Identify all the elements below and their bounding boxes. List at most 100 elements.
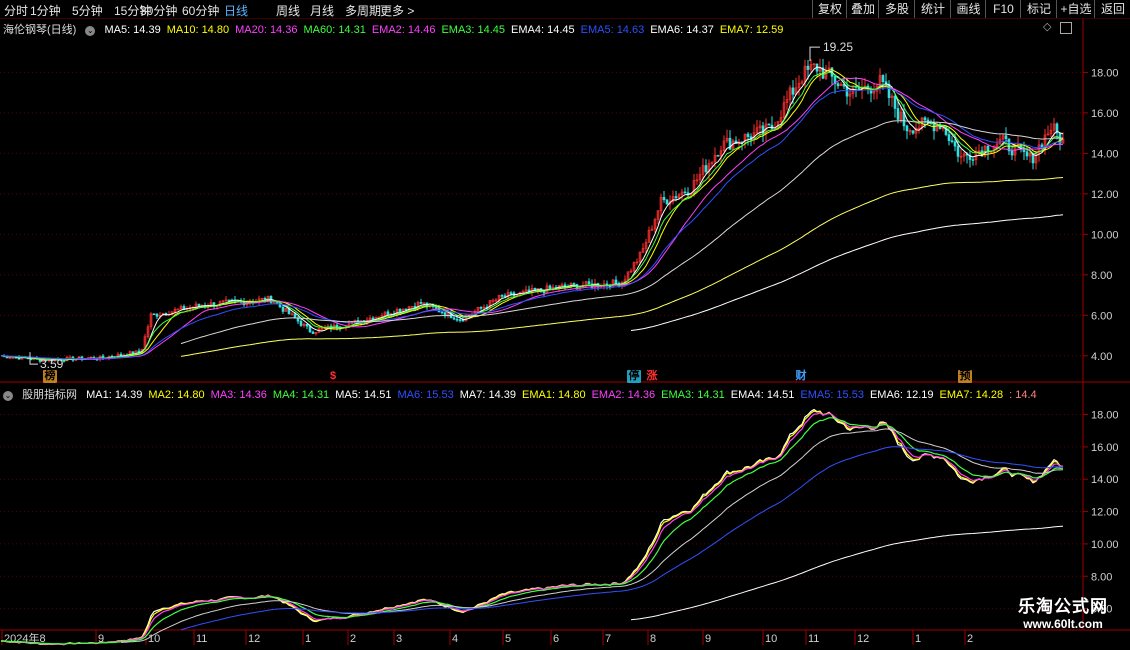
x-axis-label: 9 (705, 633, 711, 645)
watermark-url: www.60lt.com (1023, 617, 1103, 631)
main-y-label: 4.00 (1091, 351, 1112, 363)
candle-body (119, 353, 123, 356)
main-y-label: 18.00 (1091, 67, 1119, 79)
main-y-label: 12.00 (1091, 189, 1119, 201)
candle-body (68, 356, 72, 359)
watermark: 乐淘公式网 www.60lt.com (1002, 592, 1124, 636)
candle-body (440, 311, 444, 314)
candle-body (500, 295, 504, 297)
candle-body (665, 199, 669, 205)
candle-body (674, 196, 678, 199)
candle-body (419, 302, 423, 304)
candle-body (197, 303, 201, 307)
candle-body (905, 125, 909, 132)
candle-body (398, 309, 402, 313)
chart-canvas[interactable]: 18.0016.0014.0012.0010.008.006.004.0018.… (0, 0, 1130, 650)
candle-body (8, 357, 12, 360)
candle-body (893, 95, 897, 109)
main-y-label: 14.00 (1091, 148, 1119, 160)
event-marker-5[interactable]: 预 (958, 370, 972, 383)
main-y-label: 16.00 (1091, 108, 1119, 120)
candle-body (137, 350, 141, 353)
candle-body (614, 279, 618, 284)
candle-body (911, 130, 915, 134)
candle-body (971, 159, 975, 161)
candle-body (896, 108, 900, 120)
x-axis-label: 2 (967, 633, 973, 645)
candle-body (716, 155, 720, 157)
main-y-label: 6.00 (1091, 310, 1112, 322)
candle-body (956, 145, 960, 157)
main-ma-line-0 (0, 66, 1064, 361)
candle-body (458, 319, 462, 321)
candle-body (746, 133, 750, 137)
sub-y-label: 10.00 (1091, 539, 1119, 551)
candle-body (572, 283, 576, 285)
candle-body (704, 165, 708, 173)
candle-body (305, 323, 309, 327)
candle-body (923, 117, 927, 121)
main-y-label: 8.00 (1091, 270, 1112, 282)
candle-body (281, 306, 285, 312)
candle-body (791, 87, 795, 95)
sub-y-label: 18.00 (1091, 410, 1119, 422)
candle-body (227, 299, 231, 302)
candle-body (947, 134, 951, 141)
sub-y-label: 14.00 (1091, 474, 1119, 486)
watermark-title: 乐淘公式网 (1018, 597, 1108, 616)
x-axis-label: 2 (350, 633, 356, 645)
candle-body (404, 308, 408, 311)
candle-body (836, 83, 840, 87)
candle-body (461, 319, 465, 322)
x-axis-label: 8 (650, 633, 656, 645)
candle-body (1025, 151, 1029, 157)
candle-body (1004, 135, 1008, 140)
candle-body (950, 140, 954, 142)
x-axis-label: 12 (857, 633, 869, 645)
main-y-label: 10.00 (1091, 229, 1119, 241)
sub-y-label: 8.00 (1091, 571, 1112, 583)
event-marker-0[interactable]: 榜 (43, 370, 57, 383)
main-ma-line-7 (630, 214, 1064, 331)
candle-body (452, 317, 456, 320)
candle-body (509, 292, 513, 294)
candle-body (443, 312, 447, 316)
candle-body (503, 295, 507, 298)
candle-body (881, 75, 885, 82)
main-ma-line-6 (180, 177, 1064, 357)
main-ma-line-5 (180, 120, 1064, 345)
event-marker-1[interactable]: $ (326, 370, 340, 383)
x-axis-label: 11 (196, 633, 207, 645)
sub-line-6 (630, 525, 1064, 621)
candle-body (152, 313, 156, 316)
x-axis-label: 11 (808, 633, 819, 645)
candle-body (767, 123, 771, 126)
candle-body (479, 307, 483, 309)
event-marker-2[interactable]: 停 (627, 370, 641, 383)
event-marker-4[interactable]: 财 (794, 370, 808, 383)
candle-body (1010, 150, 1014, 156)
candle-body (371, 317, 375, 320)
candle-body (683, 191, 687, 194)
candle-body (548, 285, 552, 289)
high-price-label: 19.25 (823, 40, 853, 54)
candle-body (155, 313, 159, 317)
low-price-label: 3.59 (40, 357, 64, 371)
sub-y-label: 12.00 (1091, 507, 1119, 519)
event-marker-3[interactable]: 涨 (645, 370, 659, 383)
x-axis-label: 12 (248, 633, 260, 645)
candle-body (455, 318, 459, 321)
x-axis-label: 1 (915, 633, 921, 645)
candle-body (299, 320, 303, 326)
x-axis-label: 4 (452, 633, 458, 645)
high-pointer (809, 46, 820, 62)
x-axis-label: 5 (505, 633, 511, 645)
x-axis-label: 7 (605, 633, 611, 645)
candle-body (953, 141, 957, 147)
candle-body (311, 331, 315, 334)
x-axis-label: 6 (553, 633, 559, 645)
x-axis-label: 3 (396, 633, 402, 645)
candle-body (587, 281, 591, 285)
sub-y-label: 16.00 (1091, 442, 1119, 454)
x-axis-label: 1 (305, 633, 311, 645)
